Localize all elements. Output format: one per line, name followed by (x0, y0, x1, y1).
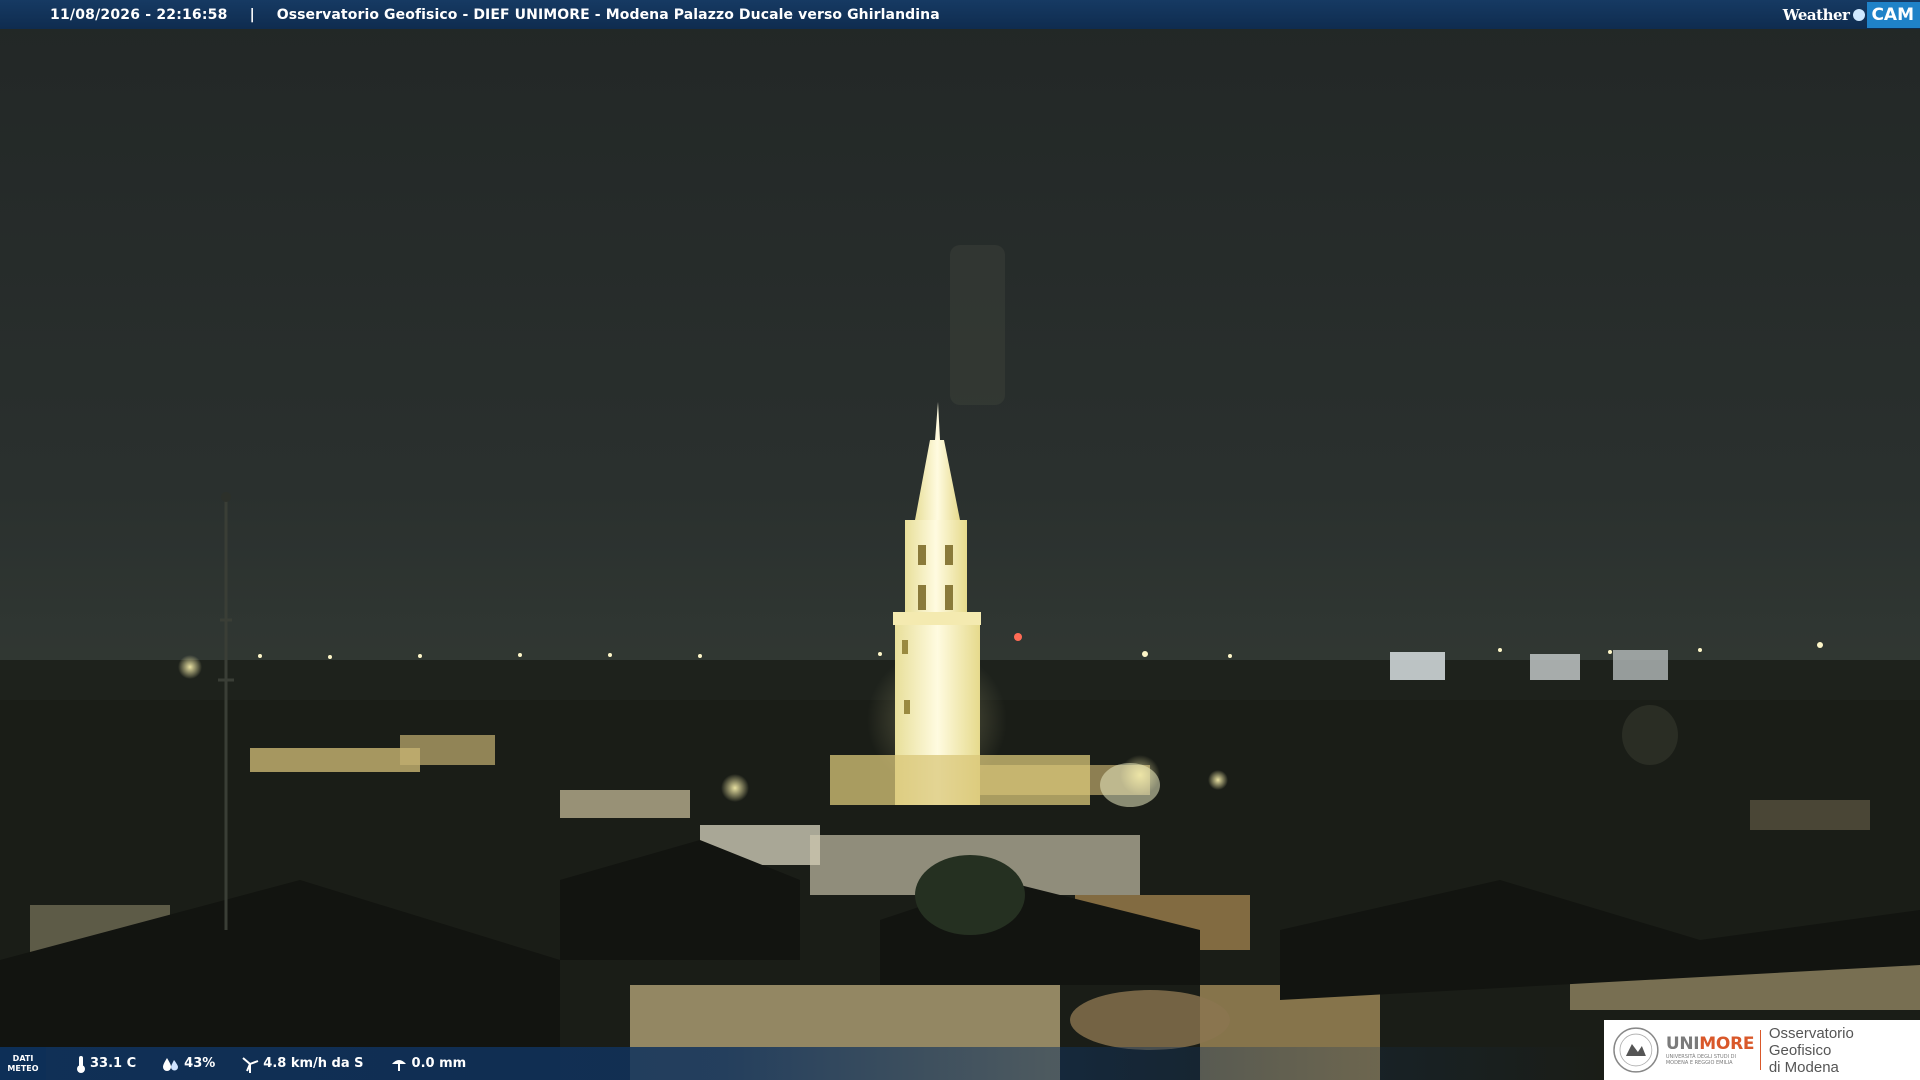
humidity-drop-icon (163, 1057, 179, 1071)
unimore-wordmark: UNIMORE Università degli studi di Modena… (1665, 1034, 1755, 1066)
weather-data-bar: DATI METEO 33.1 C 43% 4.8 km/h da S 0.0 … (0, 1047, 1600, 1080)
duomo-facade (830, 755, 1090, 805)
thermometer-icon (77, 1055, 85, 1073)
temperature-readout: 33.1 C (76, 1055, 136, 1073)
humidity-value: 43% (184, 1056, 216, 1071)
humidity-readout: 43% (162, 1056, 215, 1072)
rain-readout: 0.0 mm (390, 1056, 467, 1072)
uni-suffix: MORE (1699, 1034, 1755, 1054)
observatory-line2: di Modena (1768, 1058, 1839, 1076)
observatory-line1: Osservatorio Geofisico (1768, 1024, 1854, 1059)
uni-prefix: UNI (1665, 1034, 1700, 1054)
weathercam-logo: Weather CAM (1783, 0, 1920, 29)
brand-weather-text: Weather (1782, 5, 1850, 24)
uni-subtitle: Università degli studi di Modena e Reggi… (1665, 1054, 1736, 1066)
camera-title: Osservatorio Geofisico - DIEF UNIMORE - … (276, 6, 940, 23)
header-separator: | (249, 6, 255, 23)
webcam-image (0, 0, 1920, 1080)
brand-cam-text: CAM (1867, 1, 1920, 28)
wind-readout: 4.8 km/h da S (241, 1055, 364, 1073)
meteo-label: METEO (7, 1063, 39, 1073)
timestamp: 11/08/2026 - 22:16:58 (50, 6, 228, 23)
rain-value: 0.0 mm (411, 1056, 467, 1071)
camera-lens-icon (1853, 8, 1866, 21)
dati-label: DATI (12, 1053, 34, 1063)
temperature-value: 33.1 C (90, 1056, 137, 1071)
rain-gauge-icon (391, 1059, 406, 1071)
red-light (1014, 633, 1022, 641)
dati-meteo-badge: DATI METEO (0, 1047, 46, 1080)
lens-reflection (950, 245, 1005, 405)
trees (915, 855, 1025, 935)
dome (1622, 705, 1678, 765)
logo-divider (1759, 1030, 1761, 1070)
webcam-frame: 11/08/2026 - 22:16:58 | Osservatorio Geo… (0, 0, 1920, 1080)
foreground-dome (1070, 990, 1230, 1050)
unimore-logo: UNIMORE Università degli studi di Modena… (1604, 1020, 1920, 1080)
observatory-name: Osservatorio Geofisico di Modena (1769, 1025, 1920, 1076)
wind-turbine-icon (242, 1056, 259, 1073)
header-bar: 11/08/2026 - 22:16:58 | Osservatorio Geo… (0, 0, 1920, 29)
university-seal-icon (1613, 1027, 1659, 1073)
wind-value: 4.8 km/h da S (263, 1056, 364, 1071)
